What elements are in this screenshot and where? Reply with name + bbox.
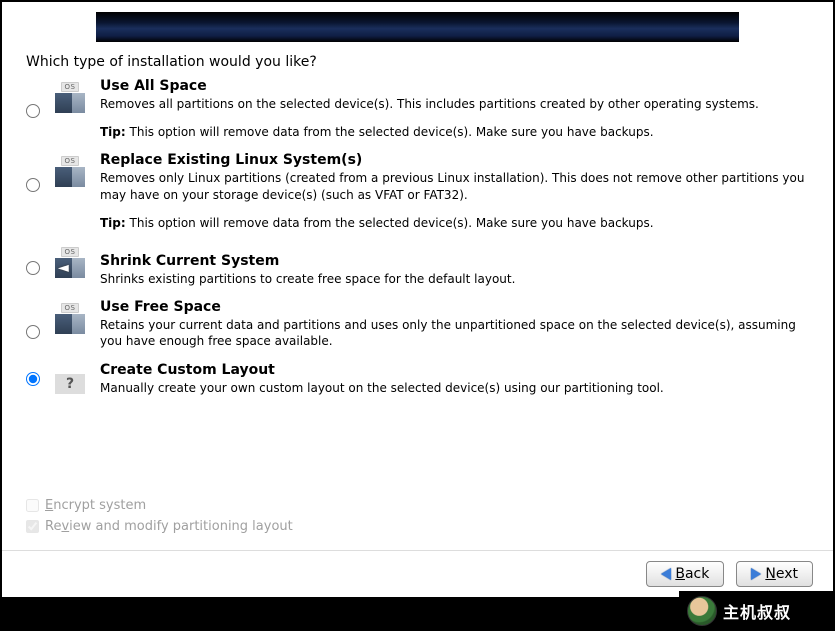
option-tip: Tip: This option will remove data from t… bbox=[100, 215, 809, 231]
watermark: 主机叔叔 bbox=[679, 591, 835, 631]
next-label: Next bbox=[765, 566, 798, 582]
encrypt-checkbox[interactable] bbox=[26, 499, 39, 512]
checkbox-area: Encrypt system Review and modify partiti… bbox=[2, 492, 833, 550]
next-button[interactable]: Next bbox=[736, 561, 813, 587]
disk-icon-use-all: OS bbox=[54, 78, 86, 113]
arrow-left-icon bbox=[661, 568, 671, 580]
back-button[interactable]: Back bbox=[646, 561, 724, 587]
option-desc: Shrinks existing partitions to create fr… bbox=[100, 271, 809, 287]
option-replace-linux: OS Replace Existing Linux System(s) Remo… bbox=[26, 152, 809, 231]
option-desc: Manually create your own custom layout o… bbox=[100, 380, 809, 396]
option-custom: ? Create Custom Layout Manually create y… bbox=[26, 362, 809, 396]
option-desc: Removes only Linux partitions (created f… bbox=[100, 170, 809, 202]
back-label: Back bbox=[675, 566, 709, 582]
encrypt-checkbox-row[interactable]: Encrypt system bbox=[26, 498, 809, 513]
installation-options: OS Use All Space Removes all partitions … bbox=[2, 78, 833, 492]
option-title: Create Custom Layout bbox=[100, 362, 809, 378]
radio-use-all-space[interactable] bbox=[26, 104, 40, 118]
review-checkbox[interactable] bbox=[26, 520, 39, 533]
disk-icon-replace: OS bbox=[54, 152, 86, 187]
option-title: Use Free Space bbox=[100, 299, 809, 315]
radio-shrink[interactable] bbox=[26, 261, 40, 275]
option-title: Use All Space bbox=[100, 78, 809, 94]
question-prompt: Which type of installation would you lik… bbox=[2, 50, 833, 78]
option-title: Shrink Current System bbox=[100, 253, 809, 269]
watermark-avatar-icon bbox=[687, 596, 717, 626]
option-title: Replace Existing Linux System(s) bbox=[100, 152, 809, 168]
radio-custom[interactable] bbox=[26, 372, 40, 386]
option-shrink: OS ◄ Shrink Current System Shrinks exist… bbox=[26, 243, 809, 287]
encrypt-label: Encrypt system bbox=[45, 498, 146, 513]
arrow-right-icon bbox=[751, 568, 761, 580]
header-banner bbox=[96, 12, 739, 42]
disk-icon-custom: ? bbox=[54, 362, 86, 394]
watermark-text: 主机叔叔 bbox=[723, 599, 791, 623]
radio-replace-linux[interactable] bbox=[26, 178, 40, 192]
option-free-space: OS Use Free Space Retains your current d… bbox=[26, 299, 809, 349]
option-use-all-space: OS Use All Space Removes all partitions … bbox=[26, 78, 809, 140]
disk-icon-shrink: OS ◄ bbox=[54, 243, 86, 278]
radio-free-space[interactable] bbox=[26, 325, 40, 339]
option-tip: Tip: This option will remove data from t… bbox=[100, 124, 809, 140]
option-desc: Retains your current data and partitions… bbox=[100, 317, 809, 349]
disk-icon-free: OS bbox=[54, 299, 86, 334]
footer-buttons: Back Next bbox=[2, 550, 833, 597]
installer-window: Which type of installation would you lik… bbox=[0, 0, 835, 599]
review-label: Review and modify partitioning layout bbox=[45, 519, 293, 534]
option-desc: Removes all partitions on the selected d… bbox=[100, 96, 809, 112]
review-checkbox-row[interactable]: Review and modify partitioning layout bbox=[26, 519, 809, 534]
